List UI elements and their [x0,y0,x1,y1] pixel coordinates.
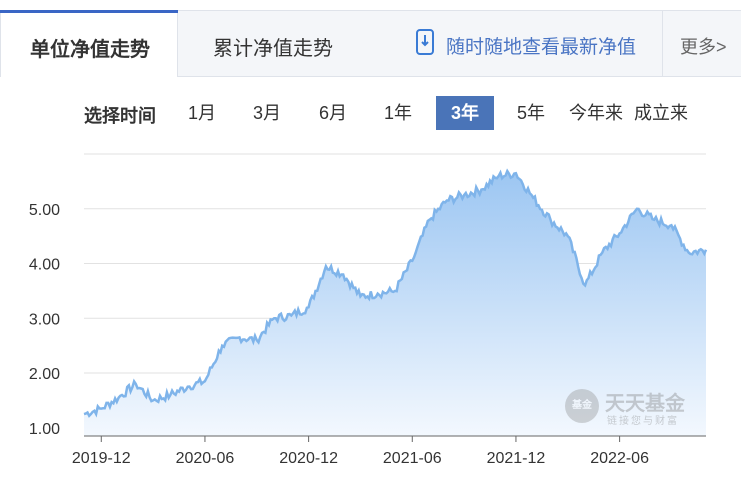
tab-unit-nav-label: 单位净值走势 [30,39,150,61]
range-ytd-button[interactable]: 今年来 [566,96,626,130]
range-1-year-button[interactable]: 1年 [378,96,418,130]
brand-slogan: 链接您与财富 [607,416,679,427]
x-tick-label: 2020-06 [176,450,235,467]
range-3-months-button[interactable]: 3月 [247,96,287,130]
range-since-inception-button[interactable]: 成立来 [630,96,692,130]
range-3-years-button[interactable]: 3年 [436,96,494,130]
y-tick-label: 2.00 [29,366,60,383]
range-6-months-button[interactable]: 6月 [313,96,353,130]
y-tick-label: 1.00 [29,421,60,438]
nav-chart: 1.00 2.00 3.00 4.00 5.00 2019-12 2020-06 2020-1… [29,153,708,467]
tab-cumulative-nav[interactable]: 累计净值走势 [178,10,368,76]
tab-bar: 单位净值走势 累计净值走势 随时随地查看最新净值 更多> [0,0,741,77]
tab-bar-divider [178,76,741,77]
tab-unit-nav[interactable]: 单位净值走势 [0,10,178,77]
more-link[interactable]: 更多> [662,10,741,76]
phone-icon [416,29,434,55]
y-tick-label: 5.00 [29,202,60,219]
app-promo-text: 随时随地查看最新净值 [446,37,637,58]
app-promo-link[interactable]: 随时随地查看最新净值 [368,10,662,76]
more-link-label: 更多> [680,37,727,57]
range-5-years-button[interactable]: 5年 [510,96,552,130]
y-tick-label: 4.00 [29,257,60,274]
x-tick-label: 2022-06 [590,450,649,467]
x-tick-label: 2021-06 [383,450,442,467]
x-tick-label: 2021-12 [487,450,546,467]
x-tick-label: 2019-12 [72,450,131,467]
range-1-month-button[interactable]: 1月 [182,96,222,130]
tab-cumulative-nav-label: 累计净值走势 [213,38,333,60]
range-selector-label: 选择时间 [84,106,156,126]
y-tick-label: 3.00 [29,311,60,328]
brand-logo-icon: 基金 [565,389,599,423]
x-tick-label: 2020-12 [279,450,338,467]
